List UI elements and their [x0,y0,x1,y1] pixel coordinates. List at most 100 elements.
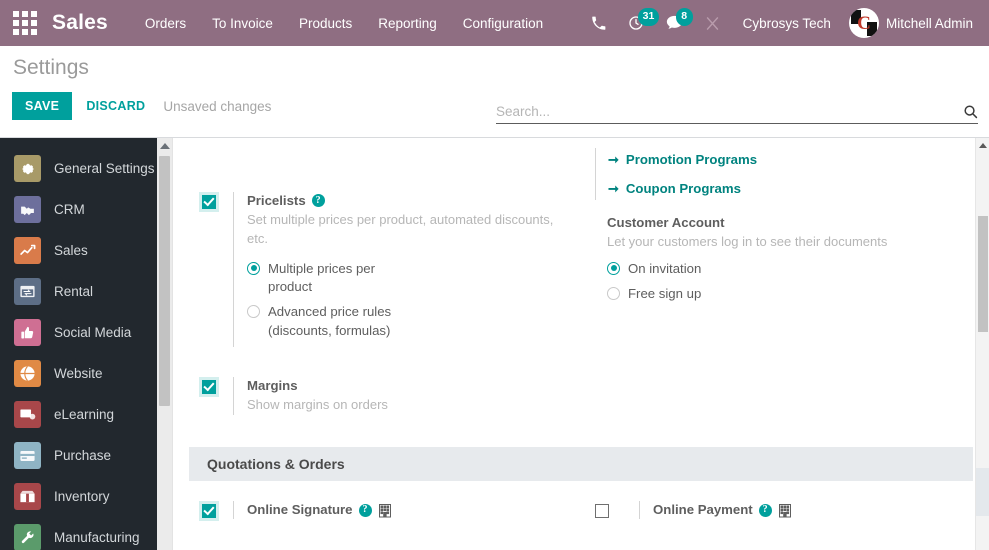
radio-on-invitation[interactable]: On invitation [607,260,967,278]
quotations-orders-section: Quotations & Orders [173,447,989,482]
online-signature-checkbox[interactable] [202,504,216,519]
margins-body: Margins Show margins on orders [233,377,575,416]
sidebar-scroll-up-arrow-icon[interactable] [157,138,172,154]
section-header-title: Quotations & Orders [189,447,973,482]
top-navbar: Sales Orders To Invoice Products Reporti… [0,0,989,46]
main-scroll-thumb[interactable] [978,216,988,332]
sidebar-item-label: CRM [54,202,85,217]
main-scroll-track-lower[interactable] [976,468,989,516]
avatar: C [848,8,879,38]
sidebar-item-label: General Settings [54,161,155,176]
main-scrollbar[interactable] [975,138,989,550]
content-area: General Settings CRM Sales Rental Social… [0,138,989,550]
help-icon[interactable]: ? [358,503,372,517]
sidebar-item-elearning[interactable]: eLearning [0,394,172,435]
sidebar-item-label: Sales [54,243,88,258]
arrow-right-icon: ➞ [608,181,619,196]
activity-clock-icon[interactable]: 31 [617,0,660,46]
nav-item-products[interactable]: Products [286,2,365,45]
pricelists-title: Pricelists [247,193,306,208]
sidebar-item-inventory[interactable]: Inventory [0,476,172,517]
setting-pricelists: Pricelists ? Set multiple prices per pro… [189,188,575,351]
search-input[interactable] [496,104,957,119]
company-switcher[interactable]: Cybrosys Tech [731,2,843,45]
settings-bottom-row: Online Signature ? Online Payment ? [173,497,989,525]
online-payment-checkbox[interactable] [595,504,609,519]
nav-item-configuration[interactable]: Configuration [450,2,556,45]
settings-top-row: Pricelists ? Set multiple prices per pro… [173,138,989,421]
online-signature-column: Online Signature ? [189,497,581,525]
radio-multiple-prices-per-product[interactable]: Multiple prices per product [247,260,575,297]
sidebar-scroll-thumb[interactable] [159,156,170,406]
help-icon[interactable]: ? [311,194,325,208]
online-payment-checkbox-cell [595,501,639,519]
user-menu[interactable]: C Mitchell Admin [843,2,977,44]
pricelists-description: Set multiple prices per product, automat… [247,211,554,246]
sidebar-item-rental[interactable]: Rental [0,271,172,312]
search-icon[interactable] [963,104,978,119]
radio-indicator[interactable] [607,261,620,275]
company-dependent-icon[interactable] [378,503,392,518]
sidebar-item-website[interactable]: Website [0,353,172,394]
help-icon[interactable]: ? [758,503,772,517]
apps-grid-icon[interactable] [8,6,42,40]
online-signature-title-row: Online Signature ? [247,501,575,519]
debug-tools-icon[interactable] [694,0,731,46]
main-scroll-up-arrow-icon[interactable] [976,138,989,152]
sidebar-item-crm[interactable]: CRM [0,189,172,230]
sidebar-scrollbar[interactable] [157,138,172,550]
sidebar-item-social-media[interactable]: Social Media [0,312,172,353]
discard-button[interactable]: DISCARD [72,92,159,120]
sidebar-item-sales[interactable]: Sales [0,230,172,271]
main-menu: Orders To Invoice Products Reporting Con… [132,2,556,45]
online-payment-title-row: Online Payment ? [653,501,967,519]
sidebar-item-general-settings[interactable]: General Settings [0,148,172,189]
messages-icon[interactable]: 8 [655,0,694,46]
handshake-icon [14,196,41,223]
radio-indicator[interactable] [247,261,260,275]
margins-checkbox[interactable] [202,380,216,395]
margins-title: Margins [247,378,298,394]
phone-icon[interactable] [580,0,617,46]
globe-icon [14,360,41,387]
radio-label: Multiple prices per product [268,260,376,294]
setting-margins: Margins Show margins on orders [189,373,575,419]
sidebar-item-purchase[interactable]: Purchase [0,435,172,476]
radio-label: Advanced price rules (discounts, formula… [268,304,392,338]
settings-scroll-container: Pricelists ? Set multiple prices per pro… [173,138,989,550]
settings-main-panel: Pricelists ? Set multiple prices per pro… [172,138,989,550]
settings-right-column: ➞ Promotion Programs ➞ Coupon Programs C… [581,138,973,421]
presentation-icon [14,401,41,428]
radio-advanced-price-rules[interactable]: Advanced price rules (discounts, formula… [247,303,575,340]
radio-indicator[interactable] [247,305,260,319]
link-promotion-programs[interactable]: ➞ Promotion Programs [608,148,967,171]
setting-online-payment: Online Payment ? [595,497,967,523]
pricelists-checkbox[interactable] [202,195,216,209]
nav-item-reporting[interactable]: Reporting [365,2,450,45]
setting-online-signature: Online Signature ? [189,497,575,523]
sidebar-item-manufacturing[interactable]: Manufacturing [0,517,172,550]
margins-checkbox-cell [189,377,233,395]
customer-account-group: Customer Account Let your customers log … [595,214,967,304]
company-dependent-icon[interactable] [778,503,792,518]
wrench-icon [14,524,41,550]
sidebar-item-label: Rental [54,284,94,299]
settings-left-column: Pricelists ? Set multiple prices per pro… [189,138,581,421]
navbar-right-section: 31 8 Cybrosys Tech C Mitchell Admin [580,0,979,46]
online-payment-title: Online Payment [653,502,753,518]
sidebar-item-label: Inventory [54,489,110,504]
radio-free-sign-up[interactable]: Free sign up [607,285,967,303]
radio-label: On invitation [628,260,702,276]
control-panel: Settings SAVE DISCARD Unsaved changes [0,46,989,138]
radio-indicator[interactable] [607,287,620,301]
brand-title[interactable]: Sales [52,11,108,35]
link-coupon-programs[interactable]: ➞ Coupon Programs [608,177,967,200]
page-title: Settings [13,56,89,79]
radio-label: Free sign up [628,286,702,302]
chart-line-icon [14,237,41,264]
gear-icon [14,155,41,182]
pricelists-body: Pricelists ? Set multiple prices per pro… [233,192,575,348]
nav-item-to-invoice[interactable]: To Invoice [199,2,286,45]
nav-item-orders[interactable]: Orders [132,2,199,45]
save-button[interactable]: SAVE [12,92,73,120]
